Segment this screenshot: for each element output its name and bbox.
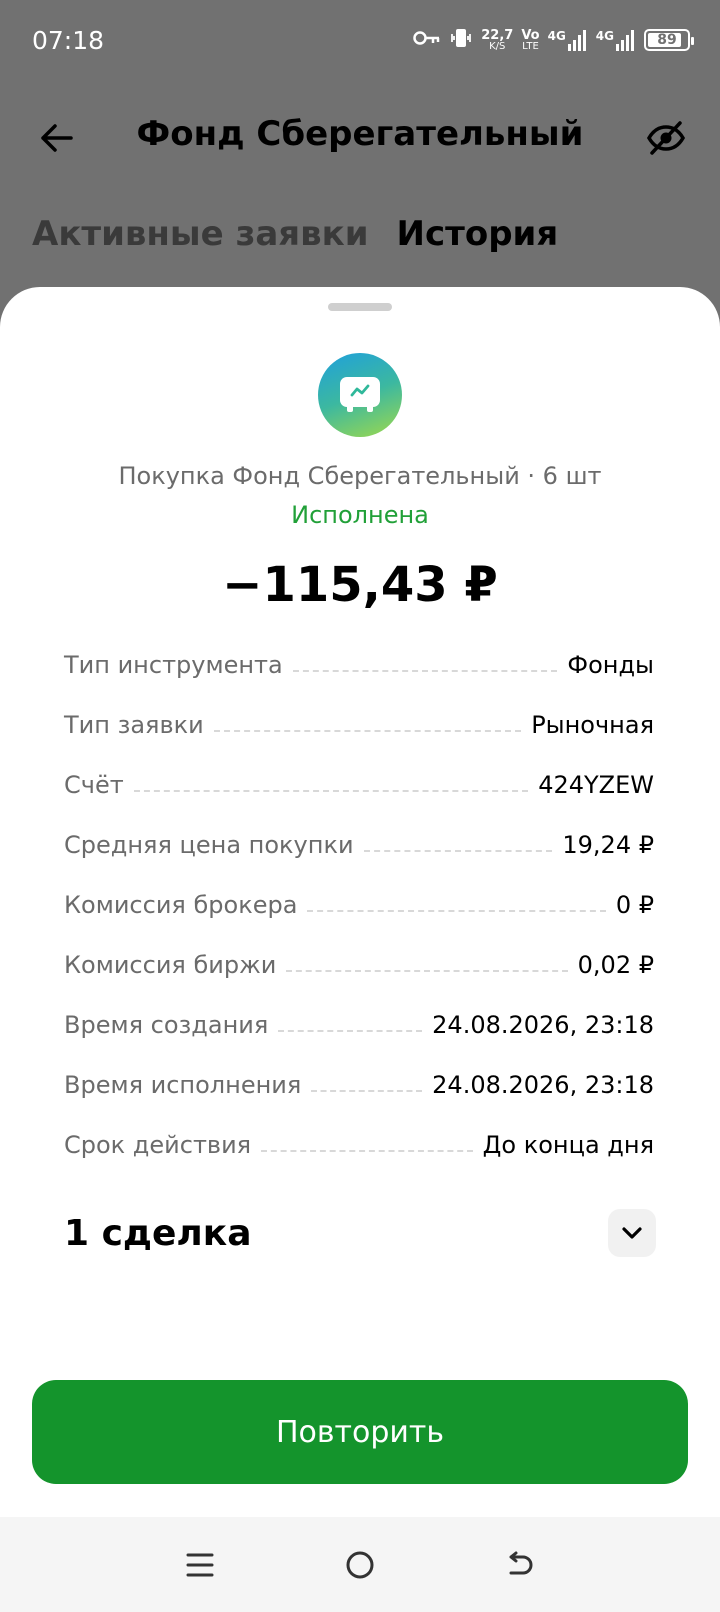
detail-row-instrument-type: Тип инструмента Фонды — [64, 635, 654, 695]
fund-logo-icon — [318, 353, 402, 437]
expand-deals-button[interactable] — [608, 1209, 656, 1257]
sheet-drag-handle[interactable] — [328, 303, 392, 311]
toggle-visibility-button[interactable] — [642, 114, 690, 162]
menu-icon — [186, 1553, 214, 1576]
detail-row-average-price: Средняя цена покупки 19,24 ₽ — [64, 815, 654, 875]
detail-row-executed-time: Время исполнения 24.08.2026, 23:18 — [64, 1055, 654, 1115]
detail-value: 24.08.2026, 23:18 — [432, 1071, 654, 1099]
dotted-leader — [278, 1030, 423, 1032]
detail-label: Средняя цена покупки — [64, 831, 354, 859]
detail-row-order-type: Тип заявки Рыночная — [64, 695, 654, 755]
status-icons: 22,7 K/S Vo LTE 4G 4G 89 — [413, 24, 694, 56]
home-circle-icon — [346, 1551, 374, 1578]
detail-value: 24.08.2026, 23:18 — [432, 1011, 654, 1039]
order-description: Покупка Фонд Сберегательный · 6 шт — [118, 462, 602, 490]
detail-value: До конца дня — [482, 1131, 654, 1159]
dotted-leader — [213, 730, 522, 732]
dotted-leader — [292, 670, 558, 672]
order-status: Исполнена — [291, 501, 429, 529]
vibrate-icon — [449, 26, 473, 54]
dotted-leader — [363, 850, 553, 852]
signal-sim1: 4G — [548, 29, 588, 51]
detail-value: 0 ₽ — [615, 891, 654, 919]
order-details-list: Тип инструмента Фонды Тип заявки Рыночна… — [64, 635, 654, 1175]
detail-label: Время создания — [64, 1011, 269, 1039]
dotted-leader — [286, 970, 568, 972]
detail-label: Время исполнения — [64, 1071, 302, 1099]
back-return-icon — [509, 1551, 533, 1574]
detail-row-account: Счёт 424YZEW — [64, 755, 654, 815]
status-bar: 07:18 22,7 K/S Vo LTE 4G 4G 89 — [0, 0, 720, 82]
detail-row-validity: Срок действия До конца дня — [64, 1115, 654, 1175]
signal-sim2: 4G — [596, 29, 636, 51]
home-button[interactable] — [336, 1541, 384, 1589]
signal-bars-icon — [567, 30, 586, 51]
chevron-down-icon — [622, 1227, 642, 1239]
recent-apps-button[interactable] — [176, 1541, 224, 1589]
system-nav-bar — [0, 1517, 720, 1612]
app-header: Фонд Сберегательный — [0, 96, 720, 176]
detail-row-created-time: Время создания 24.08.2026, 23:18 — [64, 995, 654, 1055]
volte-indicator: Vo LTE — [521, 27, 540, 52]
detail-label: Тип заявки — [64, 711, 204, 739]
signal-bars-icon — [616, 30, 634, 51]
detail-label: Тип инструмента — [64, 651, 283, 679]
dotted-leader — [133, 790, 529, 792]
deals-title: 1 сделка — [64, 1212, 252, 1254]
detail-row-exchange-fee: Комиссия биржи 0,02 ₽ — [64, 935, 654, 995]
detail-value: 424YZEW — [538, 771, 654, 799]
dotted-leader — [311, 1090, 423, 1092]
detail-label: Комиссия биржи — [64, 951, 277, 979]
detail-row-broker-fee: Комиссия брокера 0 ₽ — [64, 875, 654, 935]
network-speed: 22,7 K/S — [481, 27, 514, 52]
page-title: Фонд Сберегательный — [136, 114, 584, 154]
dotted-leader — [307, 910, 606, 912]
tab-active-orders[interactable]: Активные заявки — [32, 214, 369, 254]
eye-off-icon — [646, 121, 686, 155]
key-icon — [413, 30, 441, 50]
detail-label: Комиссия брокера — [64, 891, 298, 919]
tabs: Активные заявки История — [32, 214, 558, 254]
repeat-button[interactable]: Повторить — [32, 1380, 688, 1484]
battery-icon: 89 — [644, 29, 694, 51]
detail-value: 19,24 ₽ — [562, 831, 654, 859]
detail-value: Фонды — [567, 651, 654, 679]
order-details-sheet: Покупка Фонд Сберегательный · 6 шт Испол… — [0, 287, 720, 1517]
detail-label: Счёт — [64, 771, 124, 799]
dotted-leader — [261, 1150, 473, 1152]
detail-value: Рыночная — [531, 711, 654, 739]
status-time: 07:18 — [32, 26, 105, 55]
tab-history[interactable]: История — [397, 214, 559, 254]
detail-value: 0,02 ₽ — [577, 951, 654, 979]
deals-section[interactable]: 1 сделка — [64, 1205, 656, 1261]
detail-label: Срок действия — [64, 1131, 252, 1159]
order-amount: −115,43 ₽ — [222, 557, 498, 613]
system-back-button[interactable] — [496, 1541, 544, 1589]
